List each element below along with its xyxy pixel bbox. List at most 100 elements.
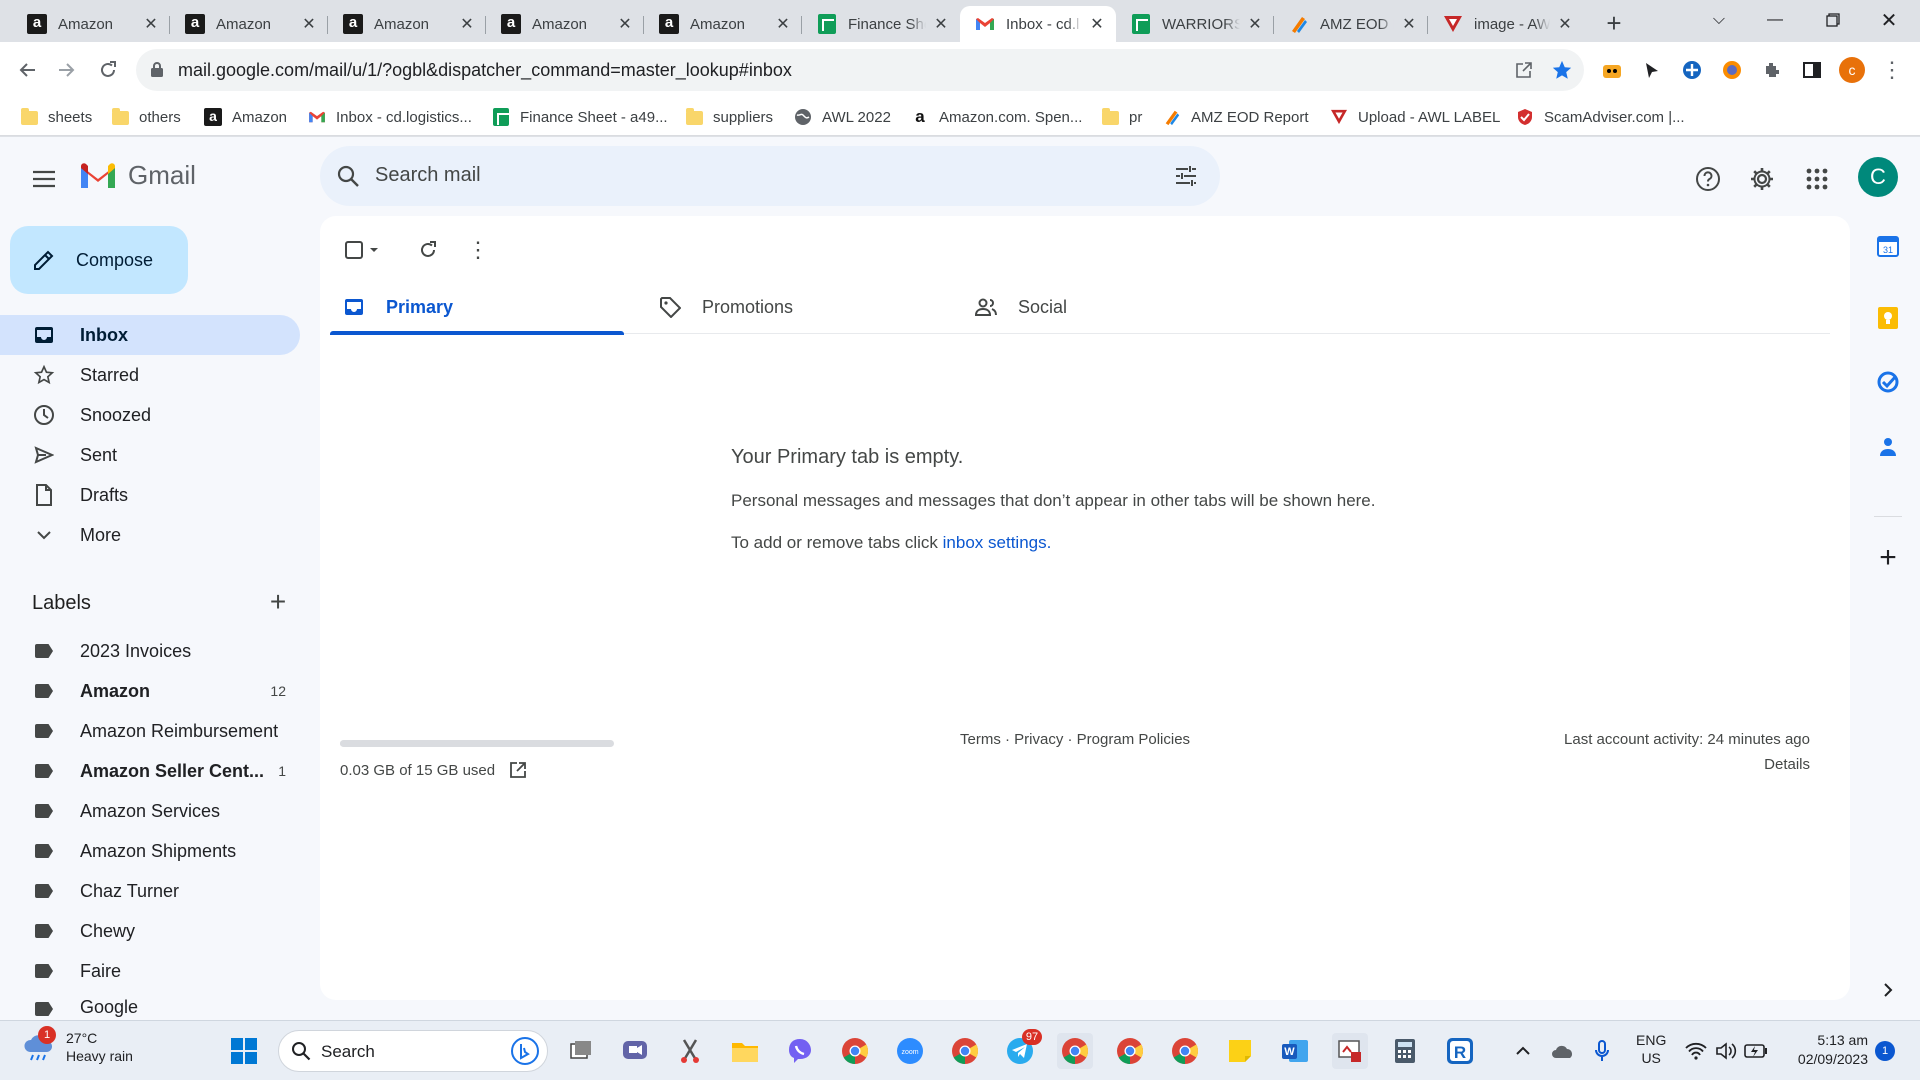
nav-item-inbox[interactable]: Inbox [0, 315, 300, 355]
label-item[interactable]: Chewy [0, 911, 300, 951]
nav-item-drafts[interactable]: Drafts [0, 475, 300, 515]
chrome-profile-icon[interactable] [947, 1033, 983, 1069]
close-window-button[interactable]: ✕ [1866, 0, 1912, 40]
back-button[interactable] [10, 52, 46, 88]
cursor-extension-icon[interactable] [1638, 56, 1666, 84]
label-item[interactable]: Google [0, 991, 300, 1019]
details-link[interactable]: Details [1564, 756, 1810, 773]
keep-icon[interactable] [1872, 302, 1904, 334]
profile-avatar[interactable]: c [1838, 56, 1866, 84]
label-item[interactable]: Faire [0, 951, 300, 991]
bookmark-item[interactable]: pr [1101, 106, 1142, 128]
label-item[interactable]: Amazon Services [0, 791, 300, 831]
settings-gear-icon[interactable] [1742, 159, 1782, 199]
browser-tab[interactable]: Finance She ✕ [802, 6, 960, 42]
calendar-icon[interactable]: 31 [1872, 230, 1904, 262]
browser-tab[interactable]: a Amazon ✕ [486, 6, 644, 42]
zoom-icon[interactable]: zoom [892, 1033, 928, 1069]
close-icon[interactable]: ✕ [1400, 15, 1418, 33]
url-text[interactable]: mail.google.com/mail/u/1/?ogbl&dispatche… [178, 60, 792, 81]
lock-icon[interactable] [150, 61, 164, 77]
apps-grid-icon[interactable] [1797, 159, 1837, 199]
telegram-icon[interactable]: 97 [1002, 1029, 1042, 1069]
browser-tab[interactable]: a Amazon ✕ [644, 6, 802, 42]
search-options-icon[interactable] [1174, 164, 1198, 188]
browser-tab[interactable]: AMZ EOD F ✕ [1274, 6, 1428, 42]
bing-icon[interactable] [511, 1037, 539, 1065]
browser-menu-icon[interactable]: ⋮ [1878, 56, 1906, 84]
close-icon[interactable]: ✕ [616, 15, 634, 33]
calculator-icon[interactable] [1387, 1033, 1423, 1069]
chrome-profile-icon[interactable] [1167, 1033, 1203, 1069]
puzzle-extensions-icon[interactable] [1758, 56, 1786, 84]
compose-button[interactable]: Compose [10, 226, 188, 294]
bookmark-item[interactable]: AWL 2022 [794, 106, 891, 128]
label-item[interactable]: Amazon 12 [0, 671, 300, 711]
label-item[interactable]: Amazon Shipments [0, 831, 300, 871]
share-icon[interactable] [1510, 56, 1538, 84]
browser-tab[interactable]: WARRIORS ✕ [1116, 6, 1274, 42]
chrome-profile-icon[interactable] [1112, 1033, 1148, 1069]
gmail-logo[interactable]: Gmail [78, 160, 196, 191]
extension-icon[interactable] [1678, 56, 1706, 84]
battery-icon[interactable] [1738, 1033, 1774, 1069]
extension-icon[interactable] [1718, 56, 1746, 84]
browser-tab[interactable]: image - AW ✕ [1428, 6, 1584, 42]
close-icon[interactable]: ✕ [1246, 15, 1264, 33]
close-icon[interactable]: ✕ [300, 15, 318, 33]
task-view-icon[interactable] [563, 1033, 599, 1069]
bookmark-item[interactable]: others [111, 106, 181, 128]
r-app-icon[interactable]: R [1442, 1033, 1478, 1069]
select-all-checkbox[interactable] [338, 230, 386, 270]
minimize-button[interactable]: — [1752, 0, 1798, 40]
label-item[interactable]: 2023 Invoices [0, 631, 300, 671]
side-panel-icon[interactable] [1798, 56, 1826, 84]
chrome-icon[interactable] [837, 1033, 873, 1069]
bookmark-item[interactable]: a Amazon [204, 106, 287, 128]
bookmark-item[interactable]: a Amazon.com. Spen... [911, 106, 1082, 128]
nav-item-sent[interactable]: Sent [0, 435, 300, 475]
close-icon[interactable]: ✕ [142, 15, 160, 33]
chrome-active-icon[interactable] [1057, 1033, 1093, 1069]
bookmark-item[interactable]: Upload - AWL LABEL [1330, 106, 1500, 128]
new-tab-button[interactable]: + [1599, 8, 1629, 38]
viber-icon[interactable] [782, 1033, 818, 1069]
onedrive-icon[interactable] [1545, 1033, 1581, 1069]
browser-tab-active[interactable]: Inbox - cd.l ✕ [960, 6, 1116, 42]
close-icon[interactable]: ✕ [458, 15, 476, 33]
honey-extension-icon[interactable] [1598, 56, 1626, 84]
nav-item-starred[interactable]: Starred [0, 355, 300, 395]
taskbar-search[interactable]: Search [278, 1030, 548, 1072]
weather-widget[interactable]: 1 27°C Heavy rain [22, 1026, 133, 1065]
tab-promotions[interactable]: Promotions [646, 280, 940, 334]
bookmark-item[interactable]: ScamAdviser.com |... [1516, 106, 1685, 128]
search-bar[interactable]: Search mail [320, 146, 1220, 206]
teams-chat-icon[interactable] [617, 1033, 653, 1069]
tab-search-icon[interactable]: ⌵ [1696, 0, 1742, 40]
browser-tab[interactable]: a Amazon ✕ [170, 6, 328, 42]
contacts-icon[interactable] [1872, 430, 1904, 462]
nav-item-snoozed[interactable]: Snoozed [0, 395, 300, 435]
file-explorer-icon[interactable] [727, 1033, 763, 1069]
forward-button[interactable] [48, 52, 84, 88]
snipping-tool-icon[interactable] [672, 1033, 708, 1069]
bookmark-item[interactable]: sheets [20, 106, 92, 128]
clock[interactable]: 5:13 am 02/09/2023 [1778, 1031, 1868, 1069]
footer-links[interactable]: Terms · Privacy · Program Policies [960, 731, 1190, 748]
add-label-button[interactable]: + [262, 586, 294, 618]
tasks-icon[interactable] [1872, 366, 1904, 398]
bookmark-star-icon[interactable] [1548, 56, 1576, 84]
inbox-settings-link[interactable]: inbox settings [943, 533, 1047, 552]
start-button[interactable] [226, 1033, 262, 1069]
image-viewer-icon[interactable] [1332, 1033, 1368, 1069]
close-icon[interactable]: ✕ [1088, 15, 1106, 33]
bookmark-item[interactable]: Finance Sheet - a49... [492, 106, 668, 128]
word-icon[interactable]: W [1277, 1033, 1313, 1069]
search-input[interactable]: Search mail [375, 164, 481, 187]
open-storage-icon[interactable] [509, 761, 527, 779]
tab-primary[interactable]: Primary [330, 280, 624, 335]
close-icon[interactable]: ✕ [932, 15, 950, 33]
bookmark-item[interactable]: Inbox - cd.logistics... [308, 106, 472, 128]
chevron-right-icon[interactable] [1872, 974, 1904, 1006]
reload-button[interactable] [90, 52, 126, 88]
